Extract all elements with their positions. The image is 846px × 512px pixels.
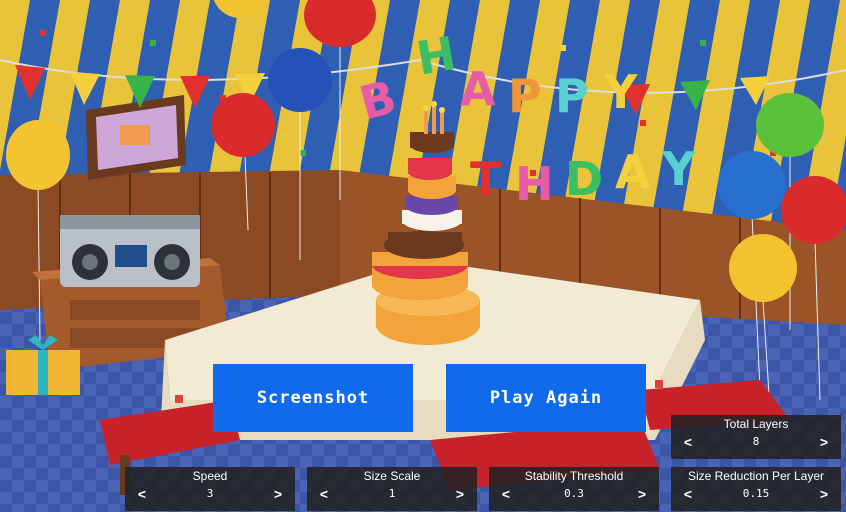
size-scale-increment-icon[interactable]: > — [451, 485, 469, 503]
size-scale-control: Size Scale < 1 > — [307, 467, 477, 511]
svg-text:P: P — [508, 69, 542, 123]
stability-threshold-control: Stability Threshold < 0.3 > — [489, 467, 659, 511]
total-layers-increment-icon[interactable]: > — [815, 433, 833, 451]
size-reduction-increment-icon[interactable]: > — [815, 485, 833, 503]
speed-increment-icon[interactable]: > — [269, 485, 287, 503]
speed-control: Speed < 3 > — [125, 467, 295, 511]
speed-label: Speed — [192, 469, 228, 483]
total-layers-label: Total Layers — [723, 417, 789, 431]
screenshot-button[interactable]: Screenshot — [213, 364, 413, 432]
boombox — [60, 215, 200, 287]
total-layers-control: Total Layers < 8 > — [671, 415, 841, 459]
svg-text:Y: Y — [603, 65, 638, 119]
svg-text:Y: Y — [661, 142, 696, 196]
picture-frame — [86, 95, 186, 180]
svg-text:A: A — [460, 62, 496, 116]
size-scale-label: Size Scale — [363, 469, 421, 483]
svg-text:T: T — [470, 152, 502, 206]
stability-threshold-label: Stability Threshold — [524, 469, 624, 483]
svg-text:H: H — [515, 157, 554, 211]
size-reduction-control: Size Reduction Per Layer < 0.15 > — [671, 467, 841, 511]
svg-text:A: A — [615, 145, 651, 199]
svg-text:D: D — [565, 152, 603, 206]
svg-text:P: P — [555, 69, 589, 123]
play-again-button[interactable]: Play Again — [446, 364, 646, 432]
size-reduction-label: Size Reduction Per Layer — [687, 469, 825, 483]
stability-threshold-increment-icon[interactable]: > — [633, 485, 651, 503]
